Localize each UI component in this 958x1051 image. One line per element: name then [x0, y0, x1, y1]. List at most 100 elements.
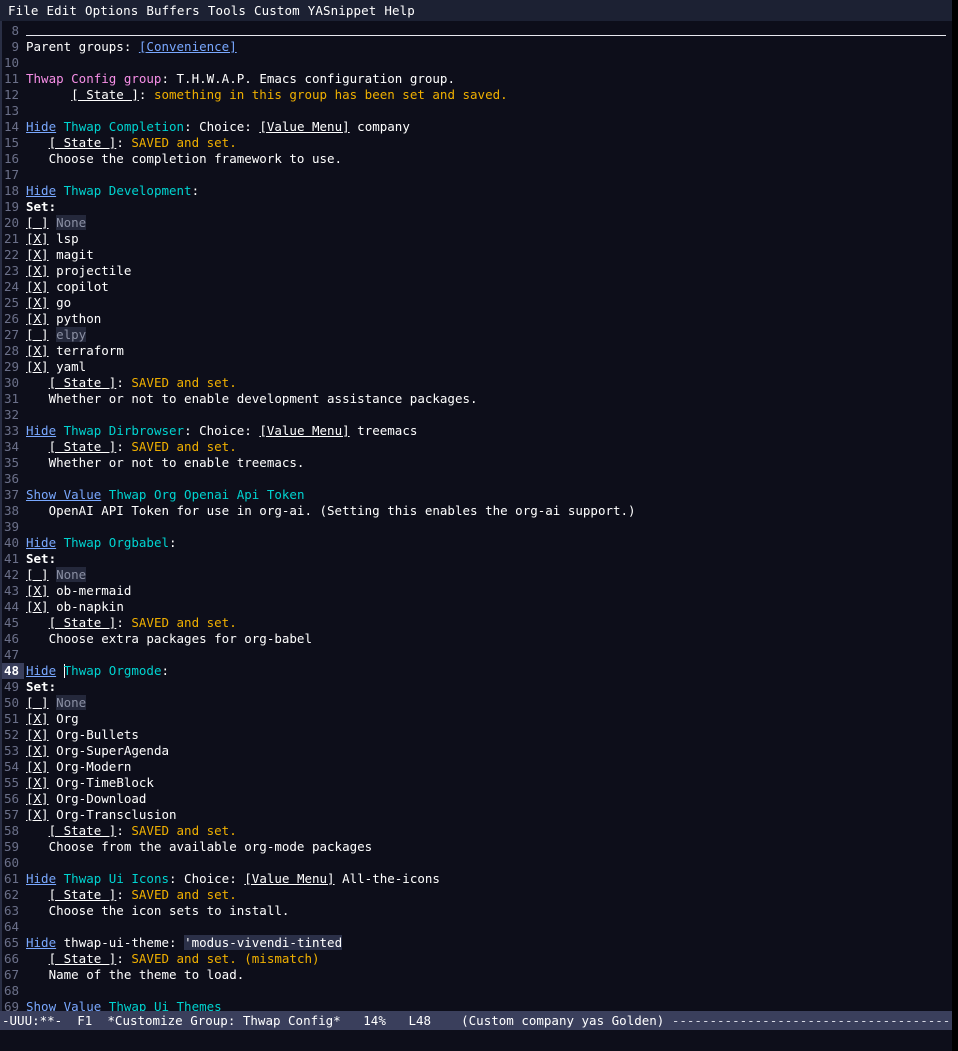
line-content[interactable]: Show Value Thwap Ui Themes [24, 999, 958, 1011]
line-content[interactable] [24, 103, 958, 119]
checkbox-label[interactable]: ob-mermaid [56, 583, 131, 598]
state-button[interactable]: [ State ] [49, 615, 117, 630]
checkbox-toggle[interactable]: [X] [26, 311, 49, 326]
line-content[interactable]: Show Value Thwap Org Openai Api Token [24, 487, 958, 503]
option-name[interactable]: Thwap Dirbrowser [64, 423, 184, 438]
buffer-line[interactable]: 22 [X] magit [0, 247, 958, 263]
line-content[interactable] [24, 983, 958, 999]
buffer-line[interactable]: 43 [X] ob-mermaid [0, 583, 958, 599]
line-content[interactable]: [X] ob-mermaid [24, 583, 958, 599]
checkbox-label[interactable]: Org-Modern [56, 759, 131, 774]
line-content[interactable]: [X] ob-napkin [24, 599, 958, 615]
line-content[interactable] [24, 471, 958, 487]
menu-item-file[interactable]: File [4, 0, 43, 21]
buffer-line[interactable]: 63 Choose the icon sets to install. [0, 903, 958, 919]
line-content[interactable]: Hide Thwap Orgmode: [24, 663, 958, 679]
checkbox-toggle[interactable]: [X] [26, 711, 49, 726]
buffer-line[interactable]: 35 Whether or not to enable treemacs. [0, 455, 958, 471]
line-content[interactable]: Whether or not to enable treemacs. [24, 455, 958, 471]
checkbox-label[interactable]: Org-Download [56, 791, 146, 806]
buffer-line[interactable]: 65 Hide thwap-ui-theme: 'modus-vivendi-ti… [0, 935, 958, 951]
checkbox-label[interactable]: magit [56, 247, 94, 262]
checkbox-toggle[interactable]: [X] [26, 583, 49, 598]
line-content[interactable]: Whether or not to enable development ass… [24, 391, 958, 407]
line-content[interactable]: Choose the completion framework to use. [24, 151, 958, 167]
value-menu-button[interactable]: [Value Menu] [259, 423, 349, 438]
checkbox-toggle[interactable]: [ ] [26, 695, 49, 710]
checkbox-toggle[interactable]: [X] [26, 743, 49, 758]
buffer-line[interactable]: 50 [ ] None [0, 695, 958, 711]
checkbox-toggle[interactable]: [X] [26, 727, 49, 742]
checkbox-toggle[interactable]: [X] [26, 359, 49, 374]
line-content[interactable]: Parent groups: [Convenience] [24, 39, 958, 55]
buffer-line[interactable]: 57 [X] Org-Transclusion [0, 807, 958, 823]
mode-line-minor-modes[interactable]: (Custom company yas Golden) [461, 1013, 664, 1028]
line-content[interactable] [24, 519, 958, 535]
line-content[interactable]: [ State ]: SAVED and set. [24, 439, 958, 455]
toggle-visibility-link[interactable]: Show Value [26, 487, 101, 502]
buffer-line[interactable]: 19 Set: [0, 199, 958, 215]
mode-line-status[interactable]: -UUU:**- [2, 1013, 62, 1028]
buffer-line[interactable]: 67 Name of the theme to load. [0, 967, 958, 983]
buffer-line[interactable]: 69 Show Value Thwap Ui Themes [0, 999, 958, 1011]
line-content[interactable]: Hide Thwap Completion: Choice: [Value Me… [24, 119, 958, 135]
buffer-line[interactable]: 20 [ ] None [0, 215, 958, 231]
state-button[interactable]: [ State ] [49, 439, 117, 454]
line-content[interactable]: [X] Org-Transclusion [24, 807, 958, 823]
checkbox-toggle[interactable]: [X] [26, 759, 49, 774]
line-content[interactable]: [X] yaml [24, 359, 958, 375]
buffer-line[interactable]: 23 [X] projectile [0, 263, 958, 279]
line-content[interactable]: Hide thwap-ui-theme: 'modus-vivendi-tint… [24, 935, 958, 951]
line-content[interactable]: [ State ]: SAVED and set. [24, 135, 958, 151]
checkbox-label[interactable]: terraform [56, 343, 124, 358]
buffer-line[interactable]: 30 [ State ]: SAVED and set. [0, 375, 958, 391]
line-content[interactable]: Choose the icon sets to install. [24, 903, 958, 919]
checkbox-label[interactable]: python [56, 311, 101, 326]
buffer-line[interactable]: 39 [0, 519, 958, 535]
line-content[interactable]: [X] Org-Modern [24, 759, 958, 775]
buffer-line[interactable]: 40 Hide Thwap Orgbabel: [0, 535, 958, 551]
toggle-visibility-link[interactable]: Hide [26, 663, 56, 678]
menu-item-yasnippet[interactable]: YASnippet [304, 0, 381, 21]
checkbox-toggle[interactable]: [X] [26, 807, 49, 822]
buffer-line[interactable]: 47 [0, 647, 958, 663]
buffer-line[interactable]: 41 Set: [0, 551, 958, 567]
buffer-line[interactable]: 9 Parent groups: [Convenience] [0, 39, 958, 55]
buffer-line[interactable]: 44 [X] ob-napkin [0, 599, 958, 615]
line-content[interactable]: [ ] None [24, 567, 958, 583]
group-name[interactable]: Thwap Ui Themes [109, 999, 222, 1011]
line-content[interactable]: [X] terraform [24, 343, 958, 359]
buffer-line[interactable]: 29 [X] yaml [0, 359, 958, 375]
state-button[interactable]: [ State ] [49, 887, 117, 902]
buffer-line[interactable]: 24 [X] copilot [0, 279, 958, 295]
variable-name[interactable]: thwap-ui-theme [64, 935, 169, 950]
line-content[interactable]: Set: [24, 551, 958, 567]
checkbox-label[interactable]: ob-napkin [56, 599, 124, 614]
buffer-line[interactable]: 14 Hide Thwap Completion: Choice: [Value … [0, 119, 958, 135]
line-content[interactable]: [X] python [24, 311, 958, 327]
checkbox-label[interactable]: Org-SuperAgenda [56, 743, 169, 758]
checkbox-label[interactable]: Org [56, 711, 79, 726]
line-content[interactable]: [X] Org-Bullets [24, 727, 958, 743]
line-content[interactable]: Thwap Config group: T.H.W.A.P. Emacs con… [24, 71, 958, 87]
line-content[interactable] [24, 647, 958, 663]
checkbox-toggle[interactable]: [X] [26, 279, 49, 294]
buffer-line[interactable]: 51 [X] Org [0, 711, 958, 727]
parent-group-link[interactable]: [Convenience] [139, 39, 237, 54]
group-name[interactable]: Thwap Orgbabel [64, 535, 169, 550]
echo-area[interactable] [0, 1030, 952, 1051]
mode-line-line-number[interactable]: L48 [408, 1013, 431, 1028]
buffer-line[interactable]: 11 Thwap Config group: T.H.W.A.P. Emacs c… [0, 71, 958, 87]
mode-line[interactable]: -UUU:**- F1 *Customize Group: Thwap Conf… [0, 1011, 952, 1030]
buffer-line[interactable]: 53 [X] Org-SuperAgenda [0, 743, 958, 759]
menu-item-buffers[interactable]: Buffers [142, 0, 203, 21]
line-content[interactable] [24, 167, 958, 183]
checkbox-label[interactable]: yaml [56, 359, 86, 374]
state-button[interactable]: [ State ] [49, 823, 117, 838]
line-content[interactable]: [ State ]: SAVED and set. (mismatch) [24, 951, 958, 967]
buffer-line[interactable]: 32 [0, 407, 958, 423]
state-button[interactable]: [ State ] [71, 87, 139, 102]
line-content[interactable] [24, 55, 958, 71]
line-content[interactable]: Name of the theme to load. [24, 967, 958, 983]
buffer-line[interactable]: 17 [0, 167, 958, 183]
